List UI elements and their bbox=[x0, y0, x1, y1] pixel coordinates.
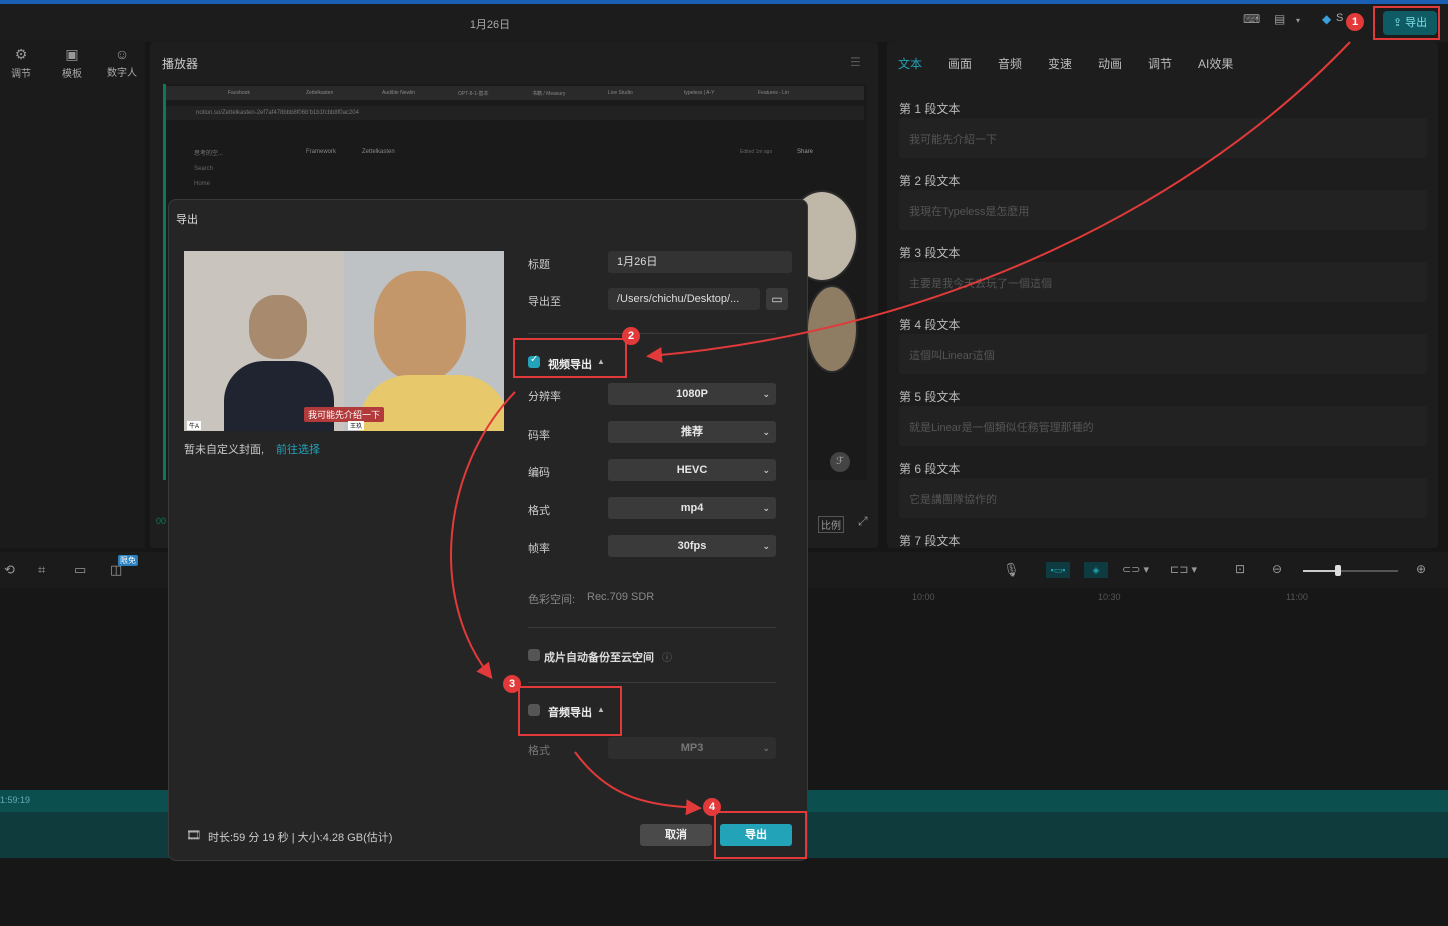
arrow-3-to-4 bbox=[574, 751, 702, 816]
annotation-arrows bbox=[450, 41, 1351, 816]
arrow-1-to-2 bbox=[646, 41, 1351, 363]
arrow-2-to-3 bbox=[450, 391, 516, 680]
